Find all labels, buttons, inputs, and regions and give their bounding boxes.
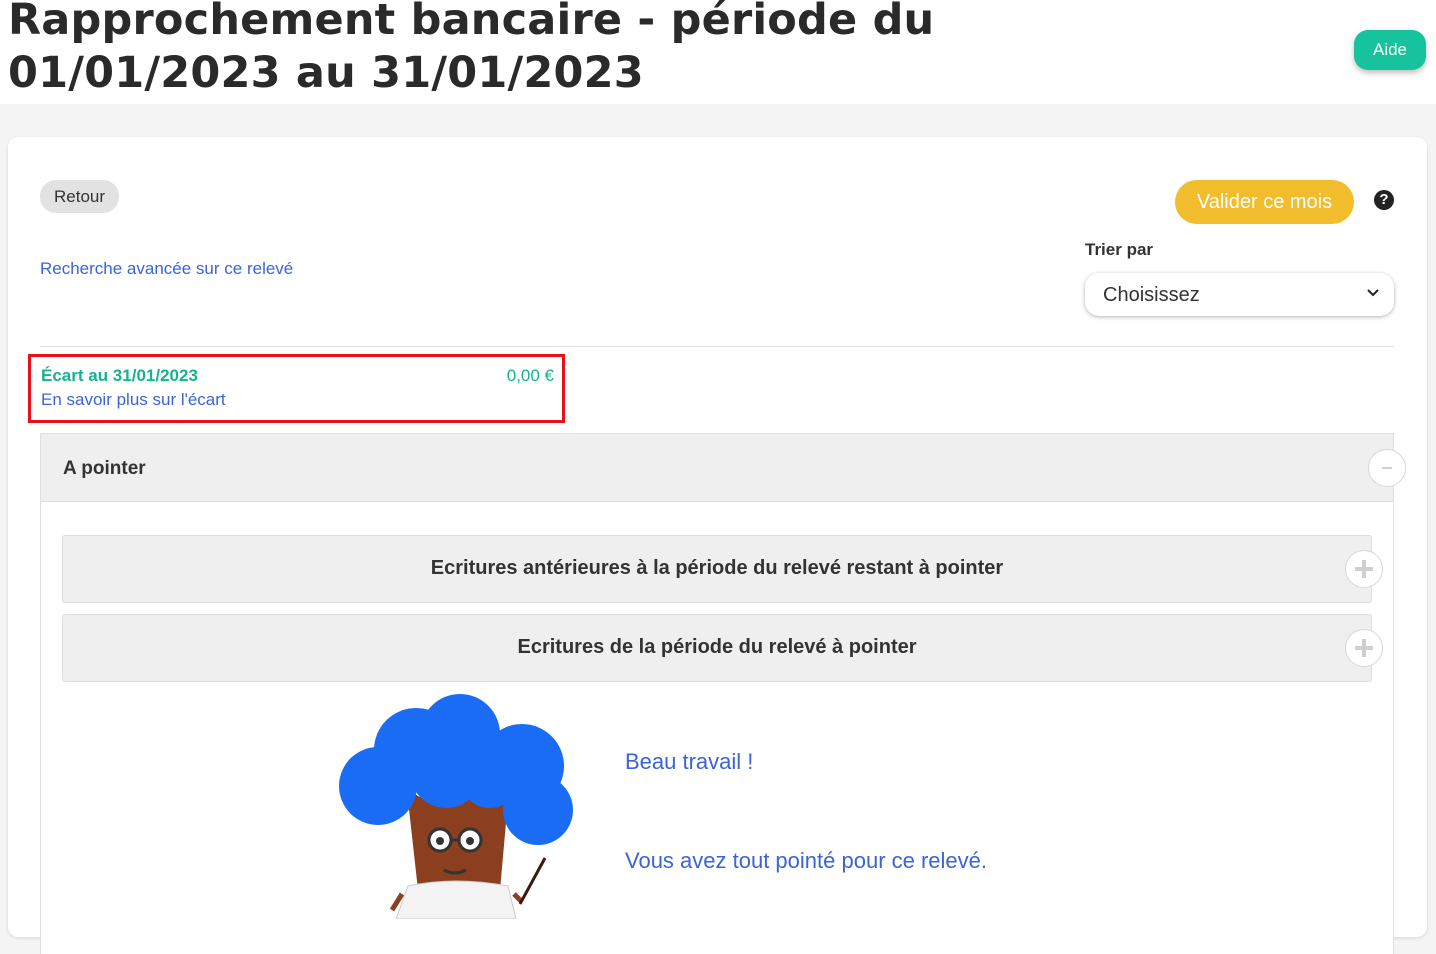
accordion-period-entries[interactable]: Ecritures de la période du relevé à poin… <box>62 614 1383 682</box>
accordion-prior-entries[interactable]: Ecritures antérieures à la période du re… <box>62 535 1383 603</box>
minus-icon[interactable] <box>1368 449 1406 487</box>
question-circle-icon[interactable]: ? <box>1374 190 1394 210</box>
accordion-title: Ecritures de la période du relevé à poin… <box>517 636 917 658</box>
accordion-title: Ecritures antérieures à la période du re… <box>430 557 1004 579</box>
success-message-title: Beau travail ! <box>625 749 754 774</box>
divider <box>40 346 1394 347</box>
gap-amount: 0,00 € <box>506 366 554 385</box>
sort-label: Trier par <box>1085 240 1154 259</box>
to-check-header[interactable]: A pointer <box>41 434 1406 502</box>
tree-mascot-illustration <box>339 694 573 919</box>
plus-icon[interactable] <box>1345 629 1383 667</box>
success-message-body: Vous avez tout pointé pour ce relevé. <box>625 848 988 873</box>
chevron-down-icon <box>1367 289 1379 297</box>
plus-icon[interactable] <box>1345 550 1383 588</box>
back-button[interactable]: Retour <box>40 180 119 213</box>
sort-select-value: Choisissez <box>1103 284 1200 306</box>
gap-summary: Écart au 31/01/2023 0,00 € En savoir plu… <box>28 354 565 423</box>
to-check-title: A pointer <box>63 458 146 479</box>
main-card: Retour Valider ce mois ? Recherche avanc… <box>8 137 1427 954</box>
gap-label: Écart au 31/01/2023 <box>41 366 198 385</box>
validate-month-button[interactable]: Valider ce mois <box>1175 180 1354 224</box>
to-check-section: A pointer Ecritures antérieures à la pér… <box>40 433 1406 954</box>
advanced-search-link[interactable]: Recherche avancée sur ce relevé <box>40 259 293 279</box>
page-header: Rapprochement bancaire - période du 01/0… <box>0 0 1436 104</box>
sort-select[interactable]: Choisissez <box>1085 273 1394 316</box>
help-button[interactable]: Aide <box>1354 30 1426 70</box>
gap-learn-more-link[interactable]: En savoir plus sur l'écart <box>41 390 226 410</box>
page-title: Rapprochement bancaire - période du 01/0… <box>8 0 935 98</box>
